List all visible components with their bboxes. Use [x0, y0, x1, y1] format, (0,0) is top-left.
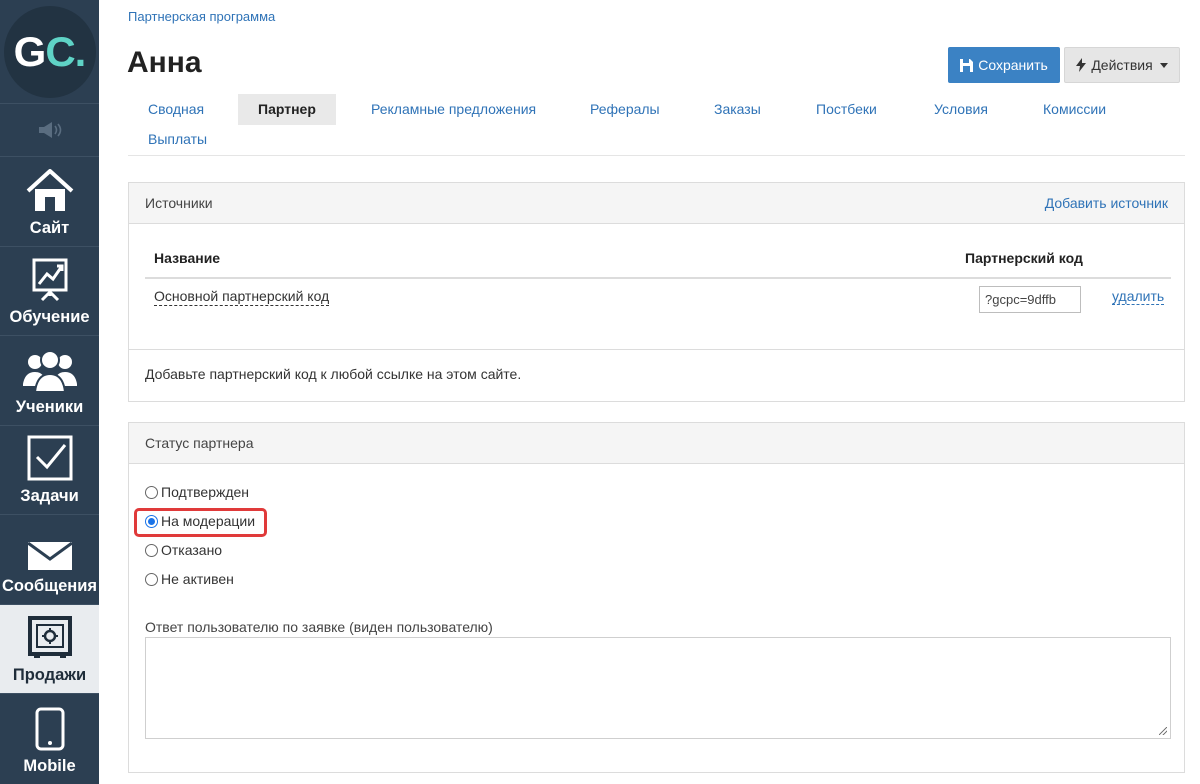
- sources-panel-header: Источники Добавить источник: [129, 183, 1184, 224]
- column-header-name: Название: [154, 250, 221, 266]
- save-button-label: Сохранить: [978, 57, 1048, 73]
- delete-source-link[interactable]: удалить: [1112, 288, 1165, 305]
- sources-footer-text: Добавьте партнерский код к любой ссылке …: [129, 349, 1184, 401]
- partner-code-field[interactable]: [979, 286, 1081, 313]
- tab-partner[interactable]: Партнер: [238, 94, 336, 125]
- sidebar-item-label: Задачи: [20, 487, 79, 505]
- sidebar-item-site[interactable]: Сайт: [0, 157, 99, 247]
- actions-button-label: Действия: [1091, 57, 1153, 73]
- logo-letter-g: G: [13, 27, 47, 75]
- phone-icon: [35, 707, 64, 750]
- logo-letter-c: C.: [45, 27, 86, 75]
- logo[interactable]: G C.: [3, 5, 96, 98]
- page-title: Анна: [127, 46, 202, 79]
- reply-label: Ответ пользователю по заявке (виден поль…: [145, 619, 493, 635]
- status-panel-header: Статус партнера: [129, 423, 1184, 464]
- status-option-confirmed[interactable]: Подтвержден: [145, 484, 249, 500]
- chart-board-icon: [32, 258, 67, 302]
- status-option-label: Не активен: [161, 571, 234, 587]
- tab-conditions[interactable]: Условия: [914, 94, 1008, 125]
- breadcrumb[interactable]: Партнерская программа: [128, 9, 275, 24]
- sidebar: G C. Сайт Обучение Ученики Задачи Сообще…: [0, 0, 99, 784]
- sources-panel-title: Источники: [145, 195, 213, 211]
- add-source-link[interactable]: Добавить источник: [1045, 195, 1168, 211]
- radio-confirmed[interactable]: [145, 485, 158, 499]
- source-name[interactable]: Основной партнерский код: [154, 288, 330, 306]
- save-button[interactable]: Сохранить: [948, 47, 1060, 83]
- speaker-icon: [38, 122, 61, 138]
- tab-ad-offers[interactable]: Рекламные предложения: [351, 94, 556, 125]
- tab-summary[interactable]: Сводная: [128, 94, 224, 125]
- sidebar-item-label: Mobile: [23, 756, 76, 775]
- tab-postbacks[interactable]: Постбеки: [796, 94, 897, 125]
- sidebar-item-label: Сообщения: [1, 576, 98, 595]
- tab-orders[interactable]: Заказы: [694, 94, 781, 125]
- status-option-label: Подтвержден: [161, 484, 250, 500]
- tab-referrals[interactable]: Рефералы: [570, 94, 680, 125]
- lightning-icon: [1076, 58, 1087, 72]
- status-option-label: Отказано: [161, 542, 223, 558]
- floppy-icon: [960, 58, 974, 72]
- sidebar-item-messages[interactable]: Сообщения: [0, 515, 99, 605]
- selected-option-highlight: [134, 508, 267, 537]
- status-option-rejected[interactable]: Отказано: [145, 542, 222, 558]
- radio-rejected[interactable]: [145, 543, 158, 557]
- sidebar-item-sales[interactable]: Продажи: [0, 604, 99, 694]
- sound-toggle[interactable]: [0, 103, 99, 157]
- sidebar-item-tasks[interactable]: Задачи: [0, 426, 99, 515]
- logo-container: G C.: [0, 0, 99, 103]
- status-option-inactive[interactable]: Не активен: [145, 571, 234, 587]
- table-header-divider: [145, 277, 1171, 279]
- tab-payouts[interactable]: Выплаты: [128, 124, 227, 155]
- sidebar-item-label: Сайт: [29, 218, 70, 237]
- partner-status-panel: Статус партнера Подтвержден На модерации…: [128, 422, 1185, 773]
- sidebar-item-label: Продажи: [12, 666, 87, 684]
- tabs-bar: Сводная Партнер Рекламные предложения Ре…: [128, 94, 1185, 156]
- sidebar-item-label: Ученики: [15, 397, 84, 416]
- radio-inactive[interactable]: [145, 572, 158, 586]
- tab-commissions[interactable]: Комиссии: [1023, 94, 1126, 125]
- checkbox-icon: [27, 435, 72, 481]
- sidebar-item-mobile[interactable]: Mobile: [0, 694, 99, 784]
- status-panel-title: Статус партнера: [145, 435, 254, 451]
- resize-handle-icon[interactable]: [1159, 727, 1167, 735]
- reply-textarea[interactable]: [145, 637, 1171, 739]
- home-icon: [26, 168, 73, 211]
- envelope-icon: [26, 541, 73, 570]
- sidebar-item-label: Обучение: [9, 308, 90, 326]
- actions-dropdown-button[interactable]: Действия: [1064, 47, 1180, 83]
- column-header-partner-code: Партнерский код: [965, 250, 1083, 266]
- sidebar-item-students[interactable]: Ученики: [0, 336, 99, 426]
- users-icon: [22, 349, 77, 392]
- sources-panel: Источники Добавить источник Название Пар…: [128, 182, 1185, 402]
- safe-icon: [27, 616, 72, 658]
- main-content: Партнерская программа Анна Сохранить Дей…: [99, 0, 1200, 784]
- chevron-down-icon: [1159, 62, 1168, 68]
- sidebar-item-learning[interactable]: Обучение: [0, 247, 99, 336]
